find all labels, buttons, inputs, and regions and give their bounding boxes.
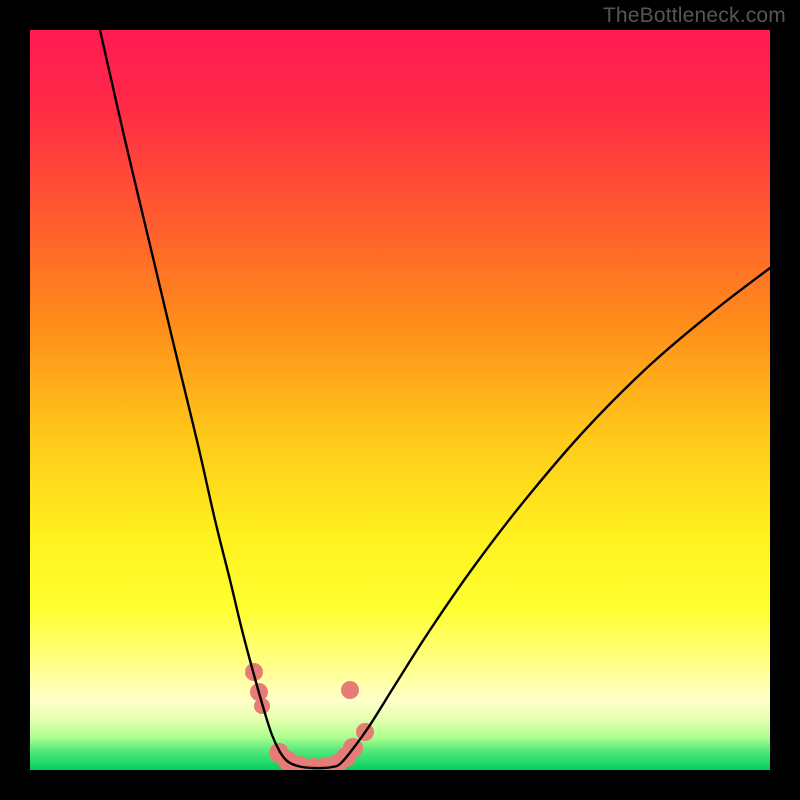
marker-layer xyxy=(245,663,374,770)
bottleneck-curve xyxy=(100,30,770,768)
chart-frame: TheBottleneck.com xyxy=(0,0,800,800)
curve-layer xyxy=(100,30,770,768)
plot-area xyxy=(30,30,770,770)
data-marker xyxy=(341,681,359,699)
watermark-text: TheBottleneck.com xyxy=(603,4,786,28)
chart-curves xyxy=(30,30,770,770)
